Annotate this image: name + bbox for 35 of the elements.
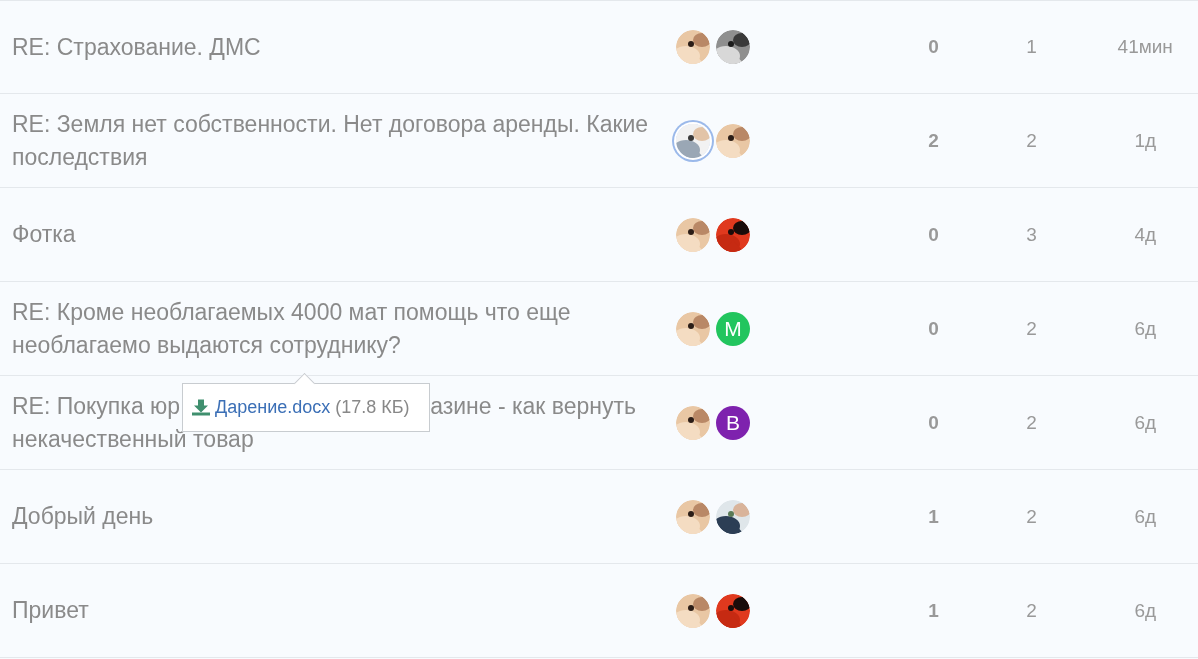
reply-count: 2 <box>1025 599 1038 622</box>
unread-count: 2 <box>927 129 940 152</box>
reply-count: 2 <box>1025 317 1038 340</box>
topic-title[interactable]: Фотка <box>12 218 676 251</box>
reply-count: 2 <box>1025 129 1038 152</box>
topic-title[interactable]: RE: Земля нет собственности. Нет договора аренды. Какие последствия <box>12 107 676 174</box>
topic-title[interactable]: RE: Кроме необлагаемых 4000 мат помощь что еще необлагаемо выдаются сотруднику? <box>12 295 676 362</box>
topic-title[interactable]: RE: Страхование. ДМС <box>12 30 676 64</box>
topic-title[interactable]: некачественный товар <box>12 422 676 456</box>
last-activity-time: 6д <box>1133 411 1158 434</box>
unread-count: 0 <box>927 36 940 58</box>
last-activity-time: 1д <box>1133 129 1158 152</box>
unread-count: 1 <box>927 599 940 622</box>
unread-count: 1 <box>927 505 940 528</box>
last-activity-time: 41мин <box>1116 36 1174 58</box>
topic-title[interactable]: Добрый день <box>12 500 676 533</box>
file-size: (17.8 КБ) <box>335 397 410 418</box>
topic-title[interactable]: Привет <box>12 594 676 627</box>
last-activity-time: 6д <box>1133 505 1158 528</box>
avatar[interactable]: M <box>716 311 750 346</box>
topic-title[interactable]: азине - как вернуть <box>430 389 637 423</box>
last-activity-time: 4д <box>1133 223 1158 246</box>
reply-count: 2 <box>1025 411 1038 434</box>
unread-count: 0 <box>927 411 940 434</box>
attachment-link[interactable]: Дарение.docx <box>215 397 331 418</box>
last-activity-time: 6д <box>1133 317 1158 340</box>
unread-count: 0 <box>927 317 940 340</box>
reply-count: 2 <box>1025 505 1038 528</box>
unread-count: 0 <box>927 223 940 246</box>
reply-count: 3 <box>1025 223 1038 246</box>
download-icon <box>192 399 210 416</box>
avatar[interactable]: B <box>716 405 750 440</box>
topic-title[interactable]: RE: Покупка юр <box>12 389 181 423</box>
last-activity-time: 6д <box>1133 599 1158 622</box>
reply-count: 1 <box>1025 36 1038 58</box>
